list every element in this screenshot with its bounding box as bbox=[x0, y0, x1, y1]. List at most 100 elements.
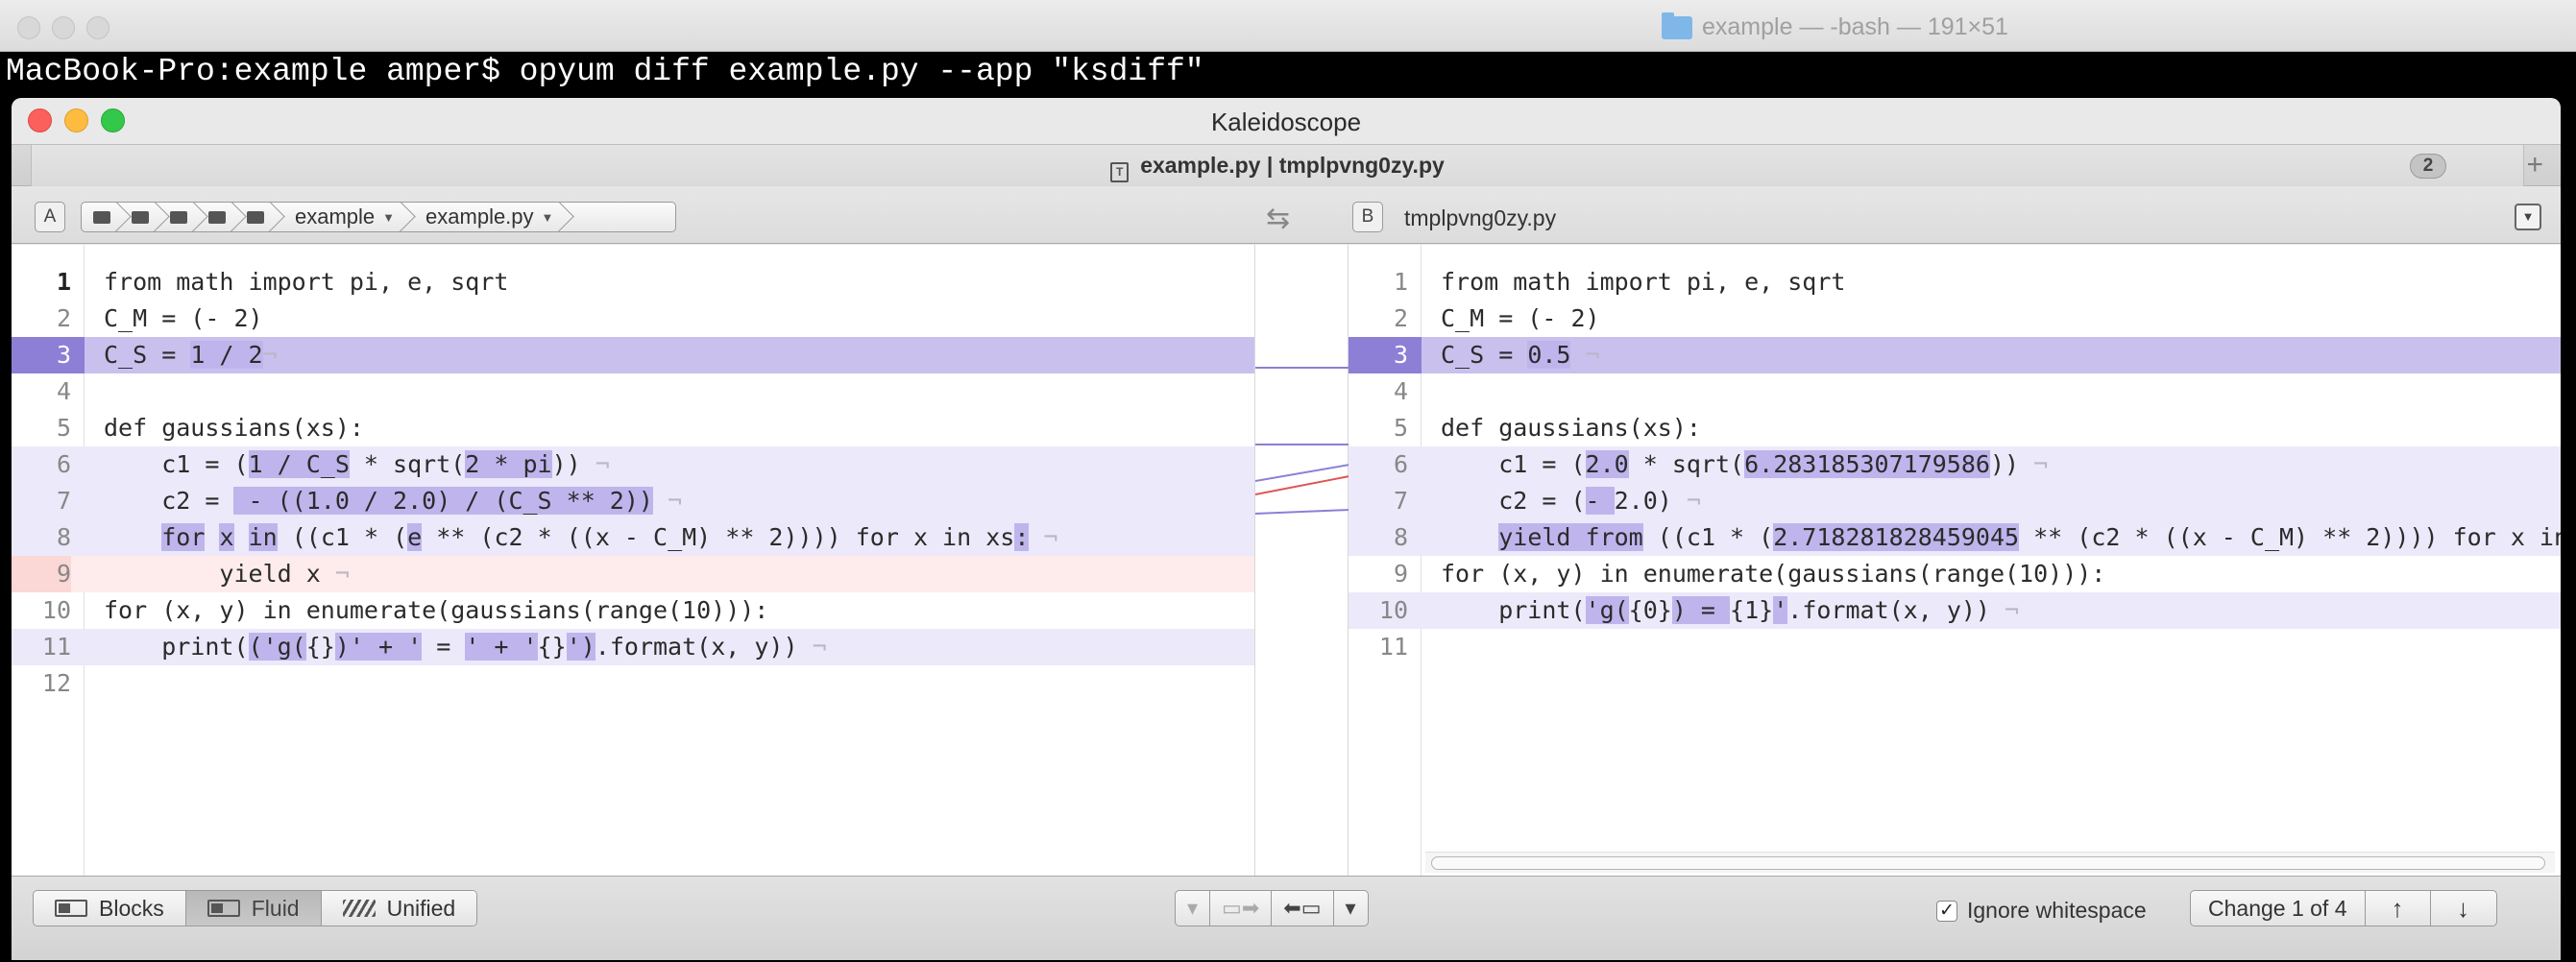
copy-to-left-icon[interactable]: ⬅▭ bbox=[1272, 891, 1334, 926]
right-diff-pane[interactable]: 1 from math import pi, e, sqrt 2 C_M = (- 2… bbox=[1349, 245, 2561, 876]
side-a-button[interactable]: A bbox=[35, 202, 65, 232]
folder-icon bbox=[132, 210, 149, 224]
code-text: print('g({0}) = {1}'.format(x, y)) ¬ bbox=[1441, 592, 2019, 629]
code-segment: = bbox=[422, 633, 466, 661]
unified-label: Unified bbox=[386, 895, 456, 921]
code-segment: yield x bbox=[104, 560, 321, 588]
code-line[interactable]: 8 yield from ((c1 * (2.718281828459045 *… bbox=[1349, 519, 2561, 556]
options-menu-icon[interactable]: ▼ bbox=[2515, 204, 2541, 230]
breadcrumb-file[interactable]: example.py ▼ bbox=[404, 203, 563, 231]
code-text: yield from ((c1 * (2.718281828459045 ** … bbox=[1441, 519, 2561, 556]
code-text: from math import pi, e, sqrt bbox=[1441, 264, 1845, 301]
code-line[interactable]: 6 c1 = (2.0 * sqrt(6.283185307179586)) ¬ bbox=[1349, 446, 2561, 483]
terminal-close-button[interactable] bbox=[17, 16, 40, 39]
checkmark-icon[interactable]: ✓ bbox=[1936, 900, 1957, 922]
unified-button[interactable]: Unified bbox=[321, 891, 477, 926]
tab-diff[interactable]: Texample.py | tmplpvng0zy.py 2 bbox=[31, 145, 2524, 187]
code-segment: {} bbox=[305, 633, 335, 661]
inline-change: : bbox=[1014, 523, 1030, 551]
ignore-whitespace-checkbox[interactable]: ✓ Ignore whitespace bbox=[1936, 898, 2147, 924]
breadcrumb-folder[interactable] bbox=[120, 203, 158, 231]
code-line[interactable]: 3 C_S = 0.5 ¬ bbox=[1349, 337, 2561, 373]
code-line[interactable]: 5 def gaussians(xs): bbox=[12, 410, 1254, 446]
code-line[interactable]: 11 bbox=[1349, 629, 2561, 665]
code-segment: C_S = bbox=[104, 341, 191, 369]
inline-change: x bbox=[219, 523, 234, 551]
horizontal-scrollbar[interactable] bbox=[1425, 852, 2555, 873]
chevron-down-icon: ▼ bbox=[541, 209, 554, 225]
line-number: 7 bbox=[56, 487, 71, 515]
tab-bar: Texample.py | tmplpvng0zy.py 2 + bbox=[12, 144, 2561, 187]
merge-right-menu-icon[interactable]: ▾ bbox=[1334, 891, 1368, 926]
breadcrumb-folder[interactable] bbox=[197, 203, 235, 231]
text-document-icon: T bbox=[1110, 162, 1130, 182]
code-line[interactable]: 10 print('g({0}) = {1}'.format(x, y)) ¬ bbox=[1349, 592, 2561, 629]
code-line[interactable]: 6 c1 = (1 / C_S * sqrt(2 * pi)) ¬ bbox=[12, 446, 1254, 483]
code-segment: c1 = ( bbox=[104, 450, 249, 478]
breadcrumb-folder[interactable] bbox=[235, 203, 274, 231]
scrollbar-thumb[interactable] bbox=[1431, 856, 2545, 870]
code-line[interactable]: 1 from math import pi, e, sqrt bbox=[12, 264, 1254, 301]
code-line[interactable]: 1 from math import pi, e, sqrt bbox=[1349, 264, 2561, 301]
line-number: 1 bbox=[1393, 268, 1408, 296]
view-mode-segmented-control: Blocks Fluid Unified bbox=[33, 890, 478, 926]
code-segment: def gaussians(xs): bbox=[1441, 414, 1701, 442]
inline-change: ' bbox=[1773, 596, 1788, 624]
breadcrumb-folder[interactable] bbox=[158, 203, 197, 231]
code-line[interactable]: 7 c2 = (- 2.0) ¬ bbox=[1349, 483, 2561, 519]
folder-icon bbox=[247, 210, 264, 224]
path-control[interactable]: example ▼ example.py ▼ bbox=[81, 202, 676, 232]
fluid-button[interactable]: Fluid bbox=[185, 891, 322, 926]
next-change-button[interactable]: ↓ bbox=[2431, 891, 2496, 926]
terminal-zoom-button[interactable] bbox=[86, 16, 109, 39]
breadcrumb-drive[interactable] bbox=[82, 203, 120, 231]
blocks-button[interactable]: Blocks bbox=[34, 891, 186, 926]
code-line[interactable]: 3 C_S = 1 / 2¬ bbox=[12, 337, 1254, 373]
swap-sides-icon[interactable]: ⇆ bbox=[1266, 202, 1290, 235]
code-line[interactable]: 4 bbox=[1349, 373, 2561, 410]
inline-change: 2 * pi bbox=[465, 450, 552, 478]
code-text: for (x, y) in enumerate(gaussians(range(… bbox=[104, 592, 768, 629]
code-line[interactable]: 2 C_M = (- 2) bbox=[12, 301, 1254, 337]
fluid-icon bbox=[207, 900, 240, 917]
blocks-label: Blocks bbox=[99, 895, 164, 921]
terminal-command-line[interactable]: MacBook-Pro:example amper$ opyum diff ex… bbox=[6, 54, 1204, 89]
line-number: 8 bbox=[56, 523, 71, 551]
file-toolbar: A example ▼ example.py ▼ ⇆ B tmplpvng0zy.p… bbox=[12, 186, 2561, 244]
left-diff-pane[interactable]: 1 from math import pi, e, sqrt 2 C_M = (- 2… bbox=[12, 245, 1254, 876]
copy-to-right-icon[interactable]: ▭➡ bbox=[1210, 891, 1273, 926]
line-end-marker: ¬ bbox=[652, 487, 683, 515]
line-number: 11 bbox=[41, 633, 71, 661]
code-line[interactable]: 7 c2 = - ((1.0 / 2.0) / (C_S ** 2)) ¬ bbox=[12, 483, 1254, 519]
terminal-title-text: example — -bash — 191×51 bbox=[1702, 13, 2008, 40]
add-tab-icon[interactable]: + bbox=[2526, 149, 2543, 181]
code-line[interactable]: 9 for (x, y) in enumerate(gaussians(range… bbox=[1349, 556, 2561, 592]
code-line[interactable]: 11 print(('g({})' + ' = ' + '{}').format… bbox=[12, 629, 1254, 665]
diff-connectors bbox=[1254, 367, 1350, 515]
line-end-marker: ¬ bbox=[1989, 596, 2020, 624]
terminal-minimize-button[interactable] bbox=[52, 16, 75, 39]
previous-change-button[interactable]: ↑ bbox=[2366, 891, 2431, 926]
line-number: 10 bbox=[41, 596, 71, 624]
code-line[interactable]: 12 bbox=[12, 665, 1254, 702]
code-segment: )) bbox=[1989, 450, 2020, 478]
code-line[interactable]: 10 for (x, y) in enumerate(gaussians(rang… bbox=[12, 592, 1254, 629]
fluid-label: Fluid bbox=[251, 895, 300, 921]
code-line[interactable]: 9 yield x ¬ bbox=[12, 556, 1254, 592]
line-number: 6 bbox=[1393, 450, 1408, 478]
line-number: 9 bbox=[12, 556, 71, 592]
code-segment: ** (c2 * ((x - C_M) ** 2)))) for x in xs… bbox=[2033, 523, 2561, 551]
code-line[interactable]: 2 C_M = (- 2) bbox=[1349, 301, 2561, 337]
inline-change: ' + ' bbox=[465, 633, 538, 661]
code-segment: from math import pi, e, sqrt bbox=[104, 268, 509, 296]
inline-change: - bbox=[1585, 487, 1615, 515]
code-text: for x in ((c1 * (e ** (c2 * ((x - C_M) *… bbox=[104, 519, 1057, 556]
code-line[interactable]: 5 def gaussians(xs): bbox=[1349, 410, 2561, 446]
code-line[interactable]: 8 for x in ((c1 * (e ** (c2 * ((x - C_M)… bbox=[12, 519, 1254, 556]
inline-change: ) = bbox=[1671, 596, 1731, 624]
code-line[interactable]: 4 bbox=[12, 373, 1254, 410]
breadcrumb-example[interactable]: example ▼ bbox=[274, 203, 404, 231]
code-segment: C_M = (- 2) bbox=[1441, 304, 1600, 332]
merge-left-menu-icon[interactable]: ▾ bbox=[1176, 891, 1211, 926]
side-b-button[interactable]: B bbox=[1352, 202, 1383, 232]
